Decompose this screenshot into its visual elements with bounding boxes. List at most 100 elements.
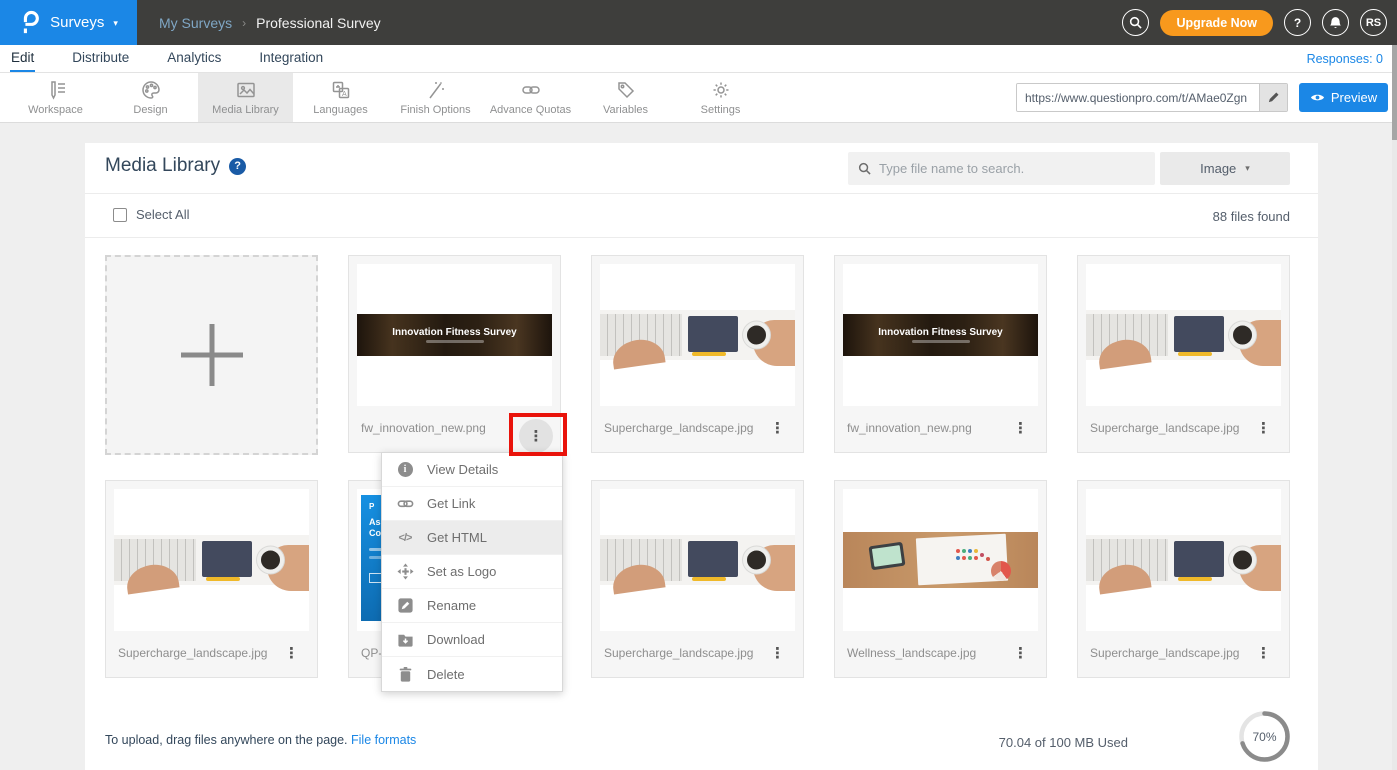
info-icon: i	[398, 462, 413, 477]
responses-count[interactable]: Responses: 0	[1307, 52, 1383, 66]
upgrade-now-button[interactable]: Upgrade Now	[1160, 10, 1273, 36]
toolbar-item-media-library[interactable]: Media Library	[198, 73, 293, 122]
file-thumbnail	[600, 264, 795, 406]
kebab-menu-icon[interactable]: ⋮	[1250, 417, 1277, 440]
toolbar-item-finish-options[interactable]: Finish Options	[388, 73, 483, 122]
tab-analytics[interactable]: Analytics	[166, 46, 222, 72]
toolbar-item-settings[interactable]: Settings	[673, 73, 768, 122]
upload-tile[interactable]	[105, 255, 318, 455]
media-library-help-icon[interactable]: ?	[229, 158, 246, 175]
menu-item-get-html[interactable]: </> Get HTML	[382, 521, 562, 555]
page-title: Media Library	[105, 155, 220, 177]
file-name: Wellness_landscape.jpg	[847, 646, 976, 660]
tab-distribute[interactable]: Distribute	[71, 46, 130, 72]
notifications-button[interactable]	[1322, 9, 1349, 36]
storage-percent-label: 70%	[1252, 730, 1276, 744]
tag-icon	[616, 80, 636, 100]
chevron-down-icon: ▾	[113, 18, 118, 29]
toolbar-item-design[interactable]: Design	[103, 73, 198, 122]
breadcrumb-current-survey: Professional Survey	[256, 15, 381, 31]
upload-hint: To upload, drag files anywhere on the pa…	[105, 733, 416, 747]
kebab-menu-icon[interactable]: ⋮	[764, 417, 791, 440]
media-tile-fw-innovation-2[interactable]: Innovation Fitness Survey fw_innovation_…	[834, 255, 1047, 453]
avatar[interactable]: RS	[1360, 9, 1387, 36]
toolbar-item-languages[interactable]: A Languages	[293, 73, 388, 122]
media-tile-wellness[interactable]: Wellness_landscape.jpg ⋮	[834, 480, 1047, 678]
divider	[85, 193, 1318, 194]
select-all-checkbox[interactable]	[113, 208, 127, 222]
translate-icon: A	[331, 80, 351, 100]
menu-item-download[interactable]: Download	[382, 623, 562, 657]
scrollbar-thumb[interactable]	[1392, 45, 1397, 140]
file-name: Supercharge_landscape.jpg	[1090, 646, 1239, 660]
media-tile-supercharge-5[interactable]: Supercharge_landscape.jpg ⋮	[1077, 480, 1290, 678]
media-tile-supercharge-2[interactable]: Supercharge_landscape.jpg ⋮	[1077, 255, 1290, 453]
vertical-scrollbar[interactable]	[1392, 45, 1397, 770]
questionpro-logo-icon	[19, 10, 41, 36]
kebab-menu-icon[interactable]: ⋮	[1007, 417, 1034, 440]
workspace-icon	[46, 80, 66, 100]
help-button[interactable]: ?	[1284, 9, 1311, 36]
files-found-count: 88 files found	[1213, 209, 1290, 224]
topbar-actions: Upgrade Now ? RS	[1122, 0, 1387, 45]
trash-icon	[397, 666, 414, 683]
edit-url-button[interactable]	[1259, 84, 1287, 111]
avatar-initials: RS	[1366, 17, 1381, 29]
top-bar: Surveys ▾ My Surveys › Professional Surv…	[0, 0, 1397, 45]
palette-icon	[141, 80, 161, 100]
search-icon	[1129, 16, 1142, 29]
survey-url-input[interactable]	[1017, 84, 1259, 111]
file-context-menu: i View Details Get Link </> Get HTML Set…	[381, 452, 563, 692]
toolbar-item-variables[interactable]: Variables	[578, 73, 673, 122]
file-name: Supercharge_landscape.jpg	[118, 646, 267, 660]
question-mark-icon: ?	[1294, 16, 1301, 30]
kebab-menu-icon[interactable]: ⋮	[278, 642, 305, 665]
toolbar-item-advance-quotas[interactable]: Advance Quotas	[483, 73, 578, 122]
file-thumbnail	[114, 489, 309, 631]
search-button[interactable]	[1122, 9, 1149, 36]
file-thumbnail	[843, 489, 1038, 631]
move-arrows-icon	[397, 563, 414, 580]
tab-edit[interactable]: Edit	[10, 46, 35, 72]
magic-wand-icon	[426, 80, 446, 100]
preview-button[interactable]: Preview	[1299, 83, 1388, 112]
menu-item-set-as-logo[interactable]: Set as Logo	[382, 555, 562, 589]
file-name: Supercharge_landscape.jpg	[604, 421, 753, 435]
bell-icon	[1329, 16, 1342, 30]
breadcrumb: My Surveys › Professional Survey	[159, 15, 381, 31]
menu-item-view-details[interactable]: i View Details	[382, 453, 562, 487]
file-search-input[interactable]	[879, 161, 1145, 176]
search-icon	[858, 162, 871, 175]
kebab-menu-button-active[interactable]: ⋮	[519, 419, 553, 453]
file-name: Supercharge_landscape.jpg	[1090, 421, 1239, 435]
surveys-product-menu[interactable]: Surveys ▾	[0, 0, 137, 45]
divider	[85, 237, 1318, 238]
media-tile-supercharge-3[interactable]: Supercharge_landscape.jpg ⋮	[105, 480, 318, 678]
toolbar-item-workspace[interactable]: Workspace	[8, 73, 103, 122]
file-thumbnail: Innovation Fitness Survey	[843, 264, 1038, 406]
kebab-menu-icon[interactable]: ⋮	[764, 642, 791, 665]
menu-item-delete[interactable]: Delete	[382, 657, 562, 691]
kebab-menu-icon[interactable]: ⋮	[1250, 642, 1277, 665]
survey-url-field	[1016, 83, 1288, 112]
rename-icon	[397, 597, 414, 614]
menu-item-rename[interactable]: Rename	[382, 589, 562, 623]
media-library-panel: Media Library ? Image ▾ Select All 88 fi…	[85, 143, 1318, 770]
file-thumbnail: Innovation Fitness Survey	[357, 264, 552, 406]
gear-icon	[711, 80, 731, 100]
chain-link-icon	[521, 80, 541, 100]
code-icon: </>	[399, 532, 412, 544]
file-search-box	[848, 152, 1155, 185]
file-type-dropdown[interactable]: Image ▾	[1160, 152, 1290, 185]
file-formats-link[interactable]: File formats	[351, 733, 416, 747]
menu-item-get-link[interactable]: Get Link	[382, 487, 562, 521]
media-tile-supercharge-4[interactable]: Supercharge_landscape.jpg ⋮	[591, 480, 804, 678]
chevron-down-icon: ▾	[1245, 163, 1250, 174]
media-tile-supercharge-1[interactable]: Supercharge_landscape.jpg ⋮	[591, 255, 804, 453]
tab-integration[interactable]: Integration	[258, 46, 324, 72]
survey-nav: Edit Distribute Analytics Integration Re…	[0, 45, 1397, 73]
file-thumbnail	[600, 489, 795, 631]
kebab-menu-icon[interactable]: ⋮	[1007, 642, 1034, 665]
select-all-label: Select All	[136, 207, 189, 222]
breadcrumb-my-surveys[interactable]: My Surveys	[159, 15, 232, 31]
